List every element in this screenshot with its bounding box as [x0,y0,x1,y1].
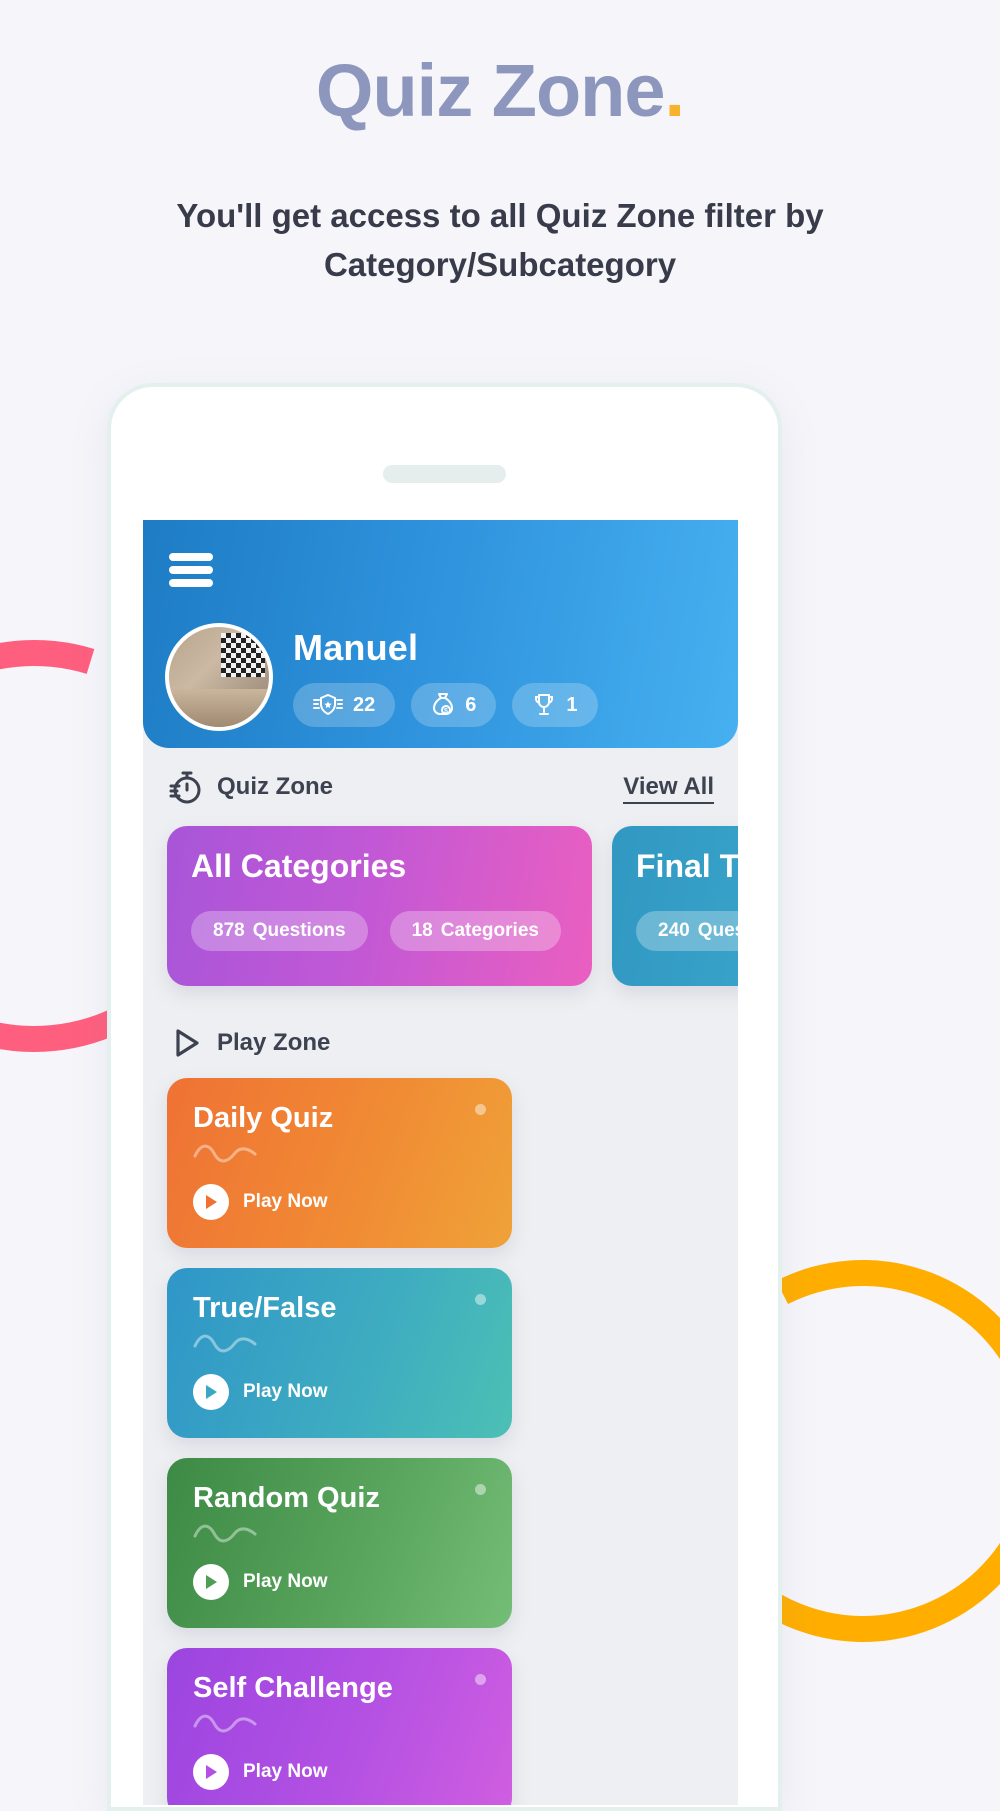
play-now-label: Play Now [243,1381,328,1402]
view-all-link[interactable]: View All [623,773,714,804]
stat-value-coins: 6 [465,693,477,716]
wave-decoration-icon [193,1331,486,1358]
quiz-zone-card-chips: 878 Questions 18 Categories [191,911,568,951]
play-triangle-icon [167,1024,205,1062]
phone-speaker [383,465,506,483]
stat-pill-coins[interactable]: $ 6 [411,683,497,727]
play-zone-card-title: True/False [193,1292,337,1324]
play-zone-card[interactable]: True/False Play Now [167,1268,512,1438]
play-circle-icon [193,1184,229,1220]
play-now-button[interactable]: Play Now [193,1754,486,1790]
play-zone-card-title: Daily Quiz [193,1102,334,1134]
chip-label: Questions [252,920,346,941]
play-now-label: Play Now [243,1571,328,1592]
wave-decoration-icon [193,1521,486,1548]
stat-value-rank: 22 [353,693,376,716]
play-circle-icon [193,1374,229,1410]
shield-star-icon [313,693,343,717]
quiz-zone-chip: 18 Categories [389,911,561,951]
page-title-text: Quiz Zone [315,49,666,132]
play-zone-card[interactable]: Daily Quiz Play Now [167,1078,512,1248]
play-now-button[interactable]: Play Now [193,1184,486,1220]
app-screen: Manuel 22 $ 6 1 Quiz Zone View All All C… [143,520,738,1805]
play-zone-card-grid: Daily Quiz Play Now True/False Play Now … [143,1062,738,1805]
chip-count: 878 [213,920,245,941]
quiz-zone-card[interactable]: All Categories 878 Questions 18 Categori… [167,826,592,986]
wave-decoration-icon [193,1711,486,1738]
chip-label: Categories [440,920,539,941]
coin-bag-icon: $ [431,692,455,718]
play-circle-icon [193,1754,229,1790]
stopwatch-icon [167,768,205,806]
section-title-quiz-zone: Quiz Zone [217,773,333,800]
stat-pill-trophies[interactable]: 1 [512,683,598,727]
svg-text:$: $ [444,708,448,715]
chip-label: Questions [697,920,738,941]
page-subtitle: You'll get access to all Quiz Zone filte… [176,196,824,283]
profile-row: Manuel 22 $ 6 1 [165,623,598,731]
section-header-quiz-zone: Quiz Zone View All [143,748,738,806]
play-now-label: Play Now [243,1761,328,1782]
card-dot-icon [475,1294,486,1305]
chip-count: 240 [658,920,690,941]
quiz-zone-card[interactable]: Final Test 240 Questions [612,826,738,986]
play-zone-card[interactable]: Random Quiz Play Now [167,1458,512,1628]
page-title-dot: . [664,49,686,132]
play-now-button[interactable]: Play Now [193,1564,486,1600]
avatar[interactable] [165,623,273,731]
stat-pill-rank[interactable]: 22 [293,683,396,727]
chip-count: 18 [411,920,433,941]
card-dot-icon [475,1674,486,1685]
stats-row: 22 $ 6 1 [293,683,598,727]
user-name: Manuel [293,627,419,668]
stat-value-trophies: 1 [566,693,578,716]
hamburger-menu-icon[interactable] [169,553,213,587]
quiz-zone-card-chips: 240 Questions [636,911,738,951]
section-header-play-zone: Play Zone [143,1004,738,1062]
quiz-zone-card-title: Final Test [636,848,738,884]
page-title: Quiz Zone. [0,0,1000,130]
section-title-play-zone: Play Zone [217,1029,331,1056]
play-zone-card-title: Self Challenge [193,1672,393,1704]
play-zone-card[interactable]: Self Challenge Play Now [167,1648,512,1805]
card-dot-icon [475,1484,486,1495]
trophy-icon [532,692,556,718]
play-now-label: Play Now [243,1191,328,1212]
card-dot-icon [475,1104,486,1115]
play-zone-card-title: Random Quiz [193,1482,380,1514]
wave-decoration-icon [193,1141,486,1168]
play-circle-icon [193,1564,229,1600]
play-now-button[interactable]: Play Now [193,1374,486,1410]
quiz-zone-card-list[interactable]: All Categories 878 Questions 18 Categori… [143,806,738,1004]
quiz-zone-card-title: All Categories [191,848,407,884]
quiz-zone-chip: 878 Questions [191,911,368,951]
app-header: Manuel 22 $ 6 1 [143,520,738,748]
quiz-zone-chip: 240 Questions [636,911,738,951]
phone-mockup: Manuel 22 $ 6 1 Quiz Zone View All All C… [107,383,782,1811]
